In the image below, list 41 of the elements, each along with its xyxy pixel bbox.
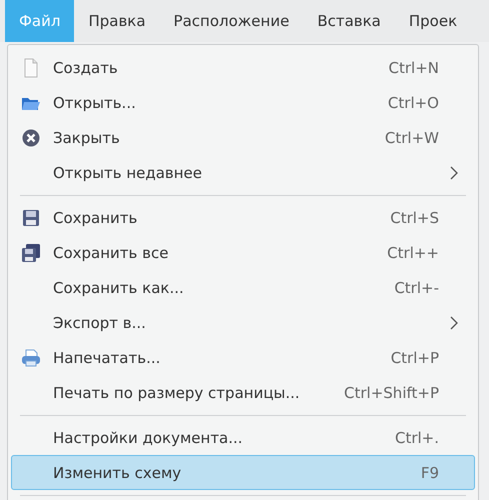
menu-item[interactable]: Создать Ctrl+N [11,50,475,85]
menu-item[interactable]: Открыть... Ctrl+O [11,85,475,120]
menu-item[interactable]: Сохранить Ctrl+S [11,200,475,235]
shortcut-label: Ctrl++ [387,244,439,262]
menu-item[interactable]: Сохранить все Ctrl++ [11,235,475,270]
shortcut-label: Ctrl+Shift+P [344,384,439,402]
close-icon [21,128,41,148]
menu-item-label: Настройки документа... [53,428,244,446]
menu-item[interactable]: Изменить схему F9 [11,455,475,490]
menu-item-label: Сохранить [53,208,138,226]
menu-item-label: Напечатать... [53,348,162,366]
menu-item[interactable]: Открыть недавнее [11,155,475,190]
shortcut-label: Ctrl+. [394,428,439,446]
floppy-disks-icon [21,242,41,262]
menu-bar-item[interactable]: Вставка [303,0,395,42]
menu-item[interactable]: Печать по размеру страницы... Ctrl+Shift+P [11,375,475,410]
shortcut-label: Ctrl+- [394,278,439,296]
shortcut-label: Ctrl+W [384,128,439,146]
menu-item-label: Изменить схему [53,464,182,482]
shortcut-label: Ctrl+P [390,348,439,366]
menu-bar-item[interactable]: Правка [74,0,160,42]
menu-item-label: Печать по размеру страницы... [53,384,301,402]
menu-item[interactable]: Напечатать... Ctrl+P [11,340,475,375]
menu-item[interactable]: Сохранить как... Ctrl+- [11,270,475,305]
menu-bar-item[interactable]: Проек [394,0,472,42]
shortcut-label: F9 [420,464,439,482]
shortcut-label: Ctrl+S [390,208,439,226]
menu-item-label: Создать [53,58,119,76]
menu-item-label: Закрыть [53,128,121,146]
shortcut-label: Ctrl+N [388,58,439,76]
menu-item[interactable]: Закрыть Ctrl+W [11,120,475,155]
menu-item-label: Открыть... [53,94,137,112]
menu-item-label: Открыть недавнее [53,164,204,182]
menu-item[interactable]: Настройки документа... Ctrl+. [11,420,475,455]
menu-item[interactable]: Экспорт в... [11,305,475,340]
shortcut-label: Ctrl+O [388,94,439,112]
menu-item-label: Сохранить как... [53,278,185,296]
menu-item-label: Экспорт в... [53,314,147,332]
menu-bar-item[interactable]: Расположение [160,0,304,42]
menu-item-label: Сохранить все [53,244,170,262]
printer-icon [21,348,41,368]
